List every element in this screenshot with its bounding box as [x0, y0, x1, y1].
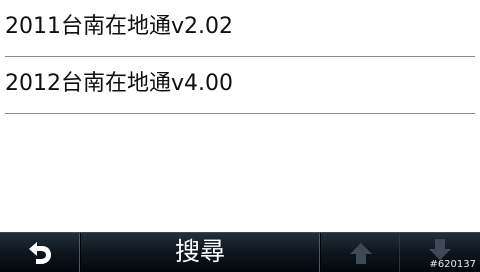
map-list: 2011台南在地通v2.02 2012台南在地通v4.00: [0, 0, 480, 232]
list-divider: [5, 56, 475, 57]
back-arrow-icon: [29, 242, 51, 264]
arrow-up-icon: [350, 243, 372, 264]
back-button[interactable]: [0, 233, 80, 272]
list-item[interactable]: 2011台南在地通v2.02: [0, 1, 480, 57]
scroll-up-button[interactable]: [320, 233, 400, 272]
search-button[interactable]: 搜尋: [80, 233, 320, 272]
list-divider: [5, 113, 475, 114]
bottom-toolbar: 搜尋 #620137: [0, 232, 480, 272]
list-item-label: 2012台南在地通v4.00: [5, 71, 233, 96]
list-item-label: 2011台南在地通v2.02: [5, 14, 233, 39]
search-button-label: 搜尋: [174, 237, 225, 266]
watermark: #620137: [429, 259, 476, 270]
list-item[interactable]: 2012台南在地通v4.00: [0, 58, 480, 114]
